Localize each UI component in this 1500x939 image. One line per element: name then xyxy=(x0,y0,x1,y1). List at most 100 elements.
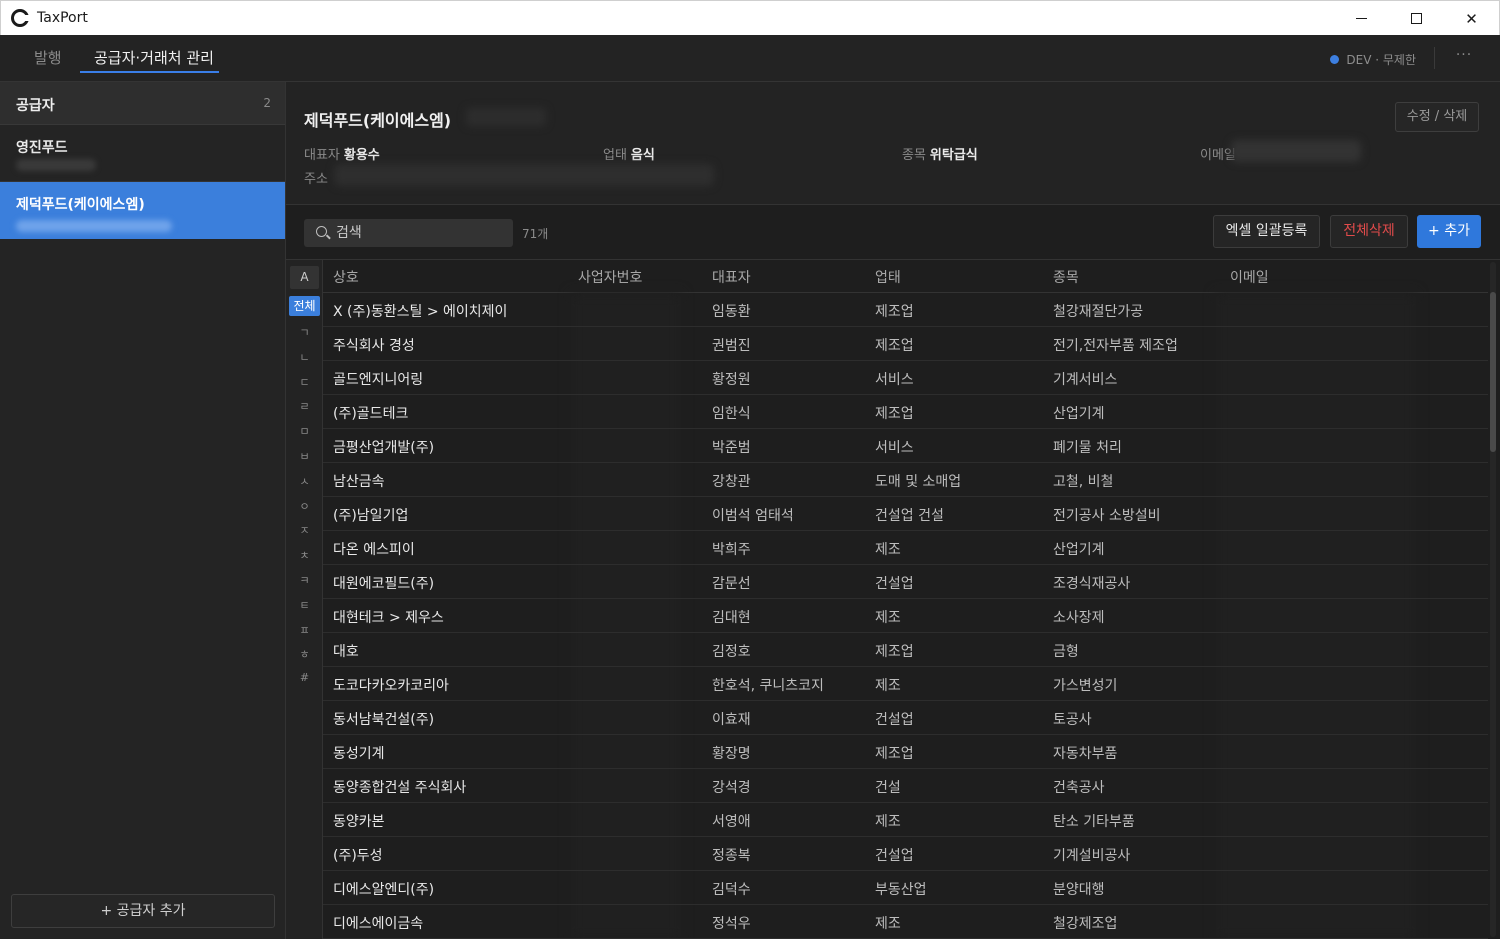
row-name: X (주)동환스틸 > 에이치제이 xyxy=(333,304,508,320)
table-row[interactable]: 다온 에스피이 박희주 제조 산업기계 xyxy=(323,531,1488,565)
row-item: 산업기계 xyxy=(1053,406,1105,422)
scrollbar[interactable] xyxy=(1490,262,1496,937)
top-tab-bar: 발행 공급자·거래처 관리 DEV · 무제한 ··· xyxy=(0,35,1500,82)
index-letter[interactable]: ㅇ xyxy=(286,498,323,514)
close-icon: ✕ xyxy=(1465,9,1478,28)
index-letter[interactable]: # xyxy=(286,671,323,684)
table-row[interactable]: 주식회사 경성 권범진 제조업 전기,전자부품 제조업 xyxy=(323,327,1488,361)
row-type: 건설업 xyxy=(875,576,914,592)
row-item: 금형 xyxy=(1053,644,1079,660)
close-button[interactable]: ✕ xyxy=(1444,1,1499,36)
index-letter[interactable]: ㅅ xyxy=(286,473,323,489)
header-item[interactable]: 종목 xyxy=(1053,267,1079,287)
row-name: 대호 xyxy=(333,644,359,660)
row-name: (주)골드테크 xyxy=(333,406,409,422)
client-table: A 전체 ㄱㄴㄷㄹㅁㅂㅅㅇㅈㅊㅋㅌㅍㅎ # 상호 사업자번호 대표자 업태 종목 … xyxy=(286,259,1500,939)
row-item: 기계설비공사 xyxy=(1053,848,1131,864)
row-type: 제조 xyxy=(875,542,901,558)
row-type: 건설업 건설 xyxy=(875,508,944,524)
redacted-info xyxy=(466,108,546,126)
supplier-sidebar: 공급자 2 영진푸드 제덕푸드(케이에스엠) + 공급자 추가 xyxy=(0,82,286,939)
scrollbar-thumb[interactable] xyxy=(1490,292,1496,452)
row-rep: 한호석, 쿠니츠코지 xyxy=(712,678,824,694)
row-type: 제조업 xyxy=(875,644,914,660)
edit-delete-button[interactable]: 수정 / 삭제 xyxy=(1395,102,1479,132)
index-letter[interactable]: ㅎ xyxy=(286,646,323,662)
row-item: 탄소 기타부품 xyxy=(1053,814,1135,830)
index-letter[interactable]: ㄷ xyxy=(286,374,323,390)
add-client-button[interactable]: + 추가 xyxy=(1417,215,1481,248)
table-row[interactable]: 대호 김정호 제조업 금형 xyxy=(323,633,1488,667)
tab-supplier-management[interactable]: 공급자·거래처 관리 xyxy=(94,47,214,68)
row-item: 자동차부품 xyxy=(1053,746,1118,762)
table-row[interactable]: 골드엔지니어링 황정원 서비스 기계서비스 xyxy=(323,361,1488,395)
excel-bulk-import-button[interactable]: 엑셀 일괄등록 xyxy=(1213,215,1320,248)
row-name: 도코다카오카코리아 xyxy=(333,678,449,694)
index-letter[interactable]: ㅋ xyxy=(286,572,323,588)
add-supplier-button[interactable]: + 공급자 추가 xyxy=(11,894,275,928)
row-item: 기계서비스 xyxy=(1053,372,1118,388)
search-icon xyxy=(316,226,327,237)
index-letter[interactable]: ㅌ xyxy=(286,597,323,613)
index-alpha-toggle[interactable]: A xyxy=(290,266,319,289)
table-row[interactable]: 동성기계 황장명 제조업 자동차부품 xyxy=(323,735,1488,769)
index-letter[interactable]: ㅍ xyxy=(286,622,323,638)
table-row[interactable]: 동양종합건설 주식회사 강석경 건설 건축공사 xyxy=(323,769,1488,803)
tab-issue[interactable]: 발행 xyxy=(34,47,62,68)
index-letter[interactable]: ㄱ xyxy=(286,324,323,340)
header-bizno[interactable]: 사업자번호 xyxy=(578,267,642,287)
sidebar-item-supplier[interactable]: 영진푸드 xyxy=(0,125,285,182)
table-row[interactable]: (주)골드테크 임한식 제조업 산업기계 xyxy=(323,395,1488,429)
row-name: 남산금속 xyxy=(333,474,385,490)
row-rep: 임한식 xyxy=(712,406,751,422)
delete-all-button[interactable]: 전체삭제 xyxy=(1330,215,1408,248)
table-row[interactable]: 디에스알엔디(주) 김덕수 부동산업 분양대행 xyxy=(323,871,1488,905)
row-type: 도매 및 소매업 xyxy=(875,474,962,490)
table-row[interactable]: X (주)동환스틸 > 에이치제이 임동환 제조업 철강재절단가공 xyxy=(323,293,1488,327)
header-type[interactable]: 업태 xyxy=(875,267,901,287)
row-name: 디에스에이금속 xyxy=(333,916,424,932)
table-row[interactable]: 남산금속 강창관 도매 및 소매업 고철, 비철 xyxy=(323,463,1488,497)
table-row[interactable]: 도코다카오카코리아 한호석, 쿠니츠코지 제조 가스변성기 xyxy=(323,667,1488,701)
sidebar-item-supplier-selected[interactable]: 제덕푸드(케이에스엠) xyxy=(0,182,285,239)
table-row[interactable]: 디에스에이금속 정석우 제조 철강제조업 xyxy=(323,905,1488,939)
table-row[interactable]: 대원에코필드(주) 감문선 건설업 조경식재공사 xyxy=(323,565,1488,599)
table-row[interactable]: (주)남일기업 이범석 엄태석 건설업 건설 전기공사 소방설비 xyxy=(323,497,1488,531)
window-title: TaxPort xyxy=(37,10,88,26)
index-all[interactable]: 전체 xyxy=(289,296,320,316)
table-row[interactable]: 동양카본 서영애 제조 탄소 기타부품 xyxy=(323,803,1488,837)
index-letter[interactable]: ㅁ xyxy=(286,423,323,439)
row-type: 부동산업 xyxy=(875,882,927,898)
header-rep[interactable]: 대표자 xyxy=(712,267,751,287)
sidebar-header: 공급자 2 xyxy=(0,82,285,125)
table-row[interactable]: 대현테크 > 제우스 김대현 제조 소사장제 xyxy=(323,599,1488,633)
header-name[interactable]: 상호 xyxy=(333,267,359,287)
row-rep: 정석우 xyxy=(712,916,751,932)
row-item: 폐기물 처리 xyxy=(1053,440,1122,456)
row-name: 다온 에스피이 xyxy=(333,542,415,558)
more-options-button[interactable]: ··· xyxy=(1452,47,1476,69)
maximize-button[interactable] xyxy=(1389,1,1444,36)
index-letter[interactable]: ㅈ xyxy=(286,522,323,538)
row-type: 제조업 xyxy=(875,406,914,422)
supplier-name: 제덕푸드(케이에스엠) xyxy=(16,197,145,213)
minimize-button[interactable] xyxy=(1334,1,1389,36)
index-letter[interactable]: ㄴ xyxy=(286,349,323,365)
row-type: 제조 xyxy=(875,916,901,932)
row-item: 가스변성기 xyxy=(1053,678,1118,694)
table-row[interactable]: 동서남북건설(주) 이효재 건설업 토공사 xyxy=(323,701,1488,735)
row-type: 제조 xyxy=(875,610,901,626)
table-row[interactable]: (주)두성 정종복 건설업 기계설비공사 xyxy=(323,837,1488,871)
row-name: 동성기계 xyxy=(333,746,385,762)
index-letter[interactable]: ㅂ xyxy=(286,448,323,464)
redacted-info xyxy=(334,164,714,186)
row-name: 동서남북건설(주) xyxy=(333,712,435,728)
status-dot-icon xyxy=(1330,55,1340,64)
index-letter[interactable]: ㄹ xyxy=(286,398,323,414)
index-letter[interactable]: ㅊ xyxy=(286,547,323,563)
header-email[interactable]: 이메일 xyxy=(1230,267,1269,287)
row-type: 건설업 xyxy=(875,848,914,864)
table-row[interactable]: 금평산업개발(주) 박준범 서비스 폐기물 처리 xyxy=(323,429,1488,463)
search-input[interactable] xyxy=(336,223,506,243)
window-controls: ✕ xyxy=(1334,1,1499,36)
